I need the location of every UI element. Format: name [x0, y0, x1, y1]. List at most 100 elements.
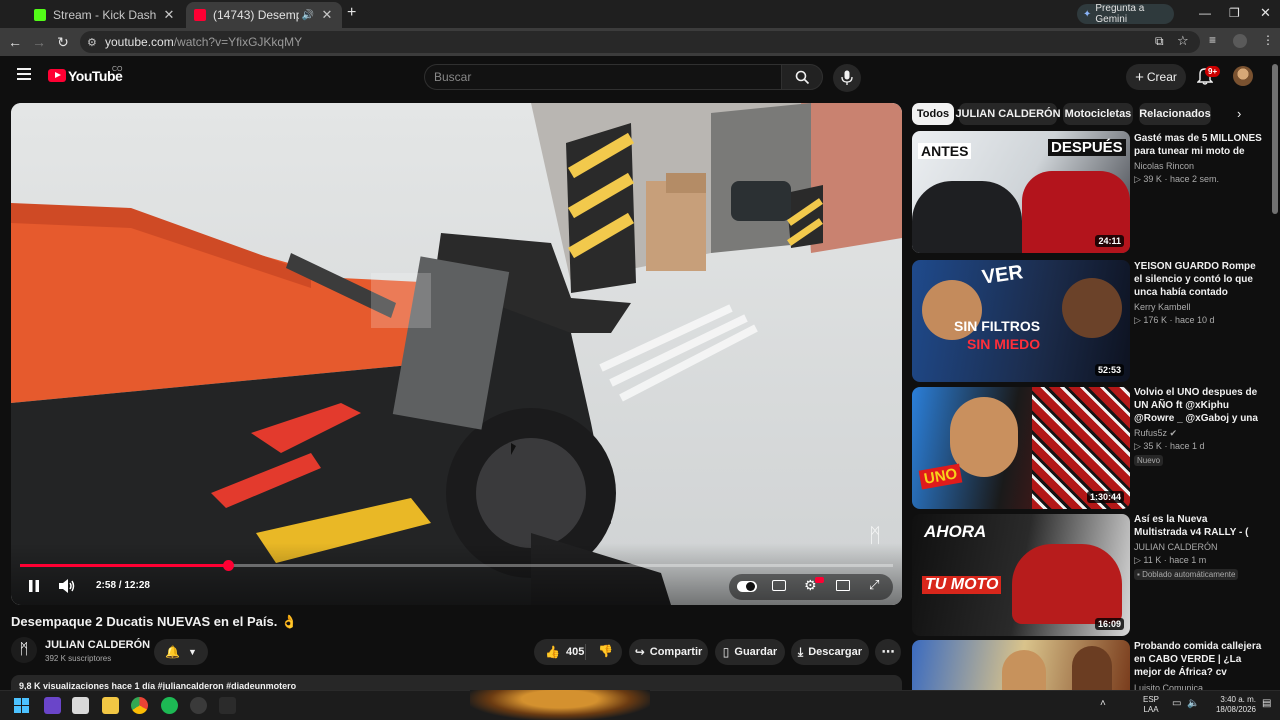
- bookmark-star-icon[interactable]: ☆: [1177, 33, 1189, 49]
- channel-avatar[interactable]: ᛗ: [11, 637, 37, 663]
- media-controls-icon[interactable]: ≡: [1209, 33, 1216, 47]
- chip-motocicletas[interactable]: Motocicletas: [1063, 103, 1133, 125]
- close-tab-icon[interactable]: ✕: [162, 7, 176, 23]
- chip-relacionados[interactable]: Relacionados: [1139, 103, 1211, 125]
- autoplay-toggle[interactable]: [737, 581, 757, 592]
- kick-favicon-icon: [34, 9, 46, 21]
- pause-button[interactable]: [27, 579, 41, 593]
- subtitles-icon[interactable]: [772, 580, 786, 591]
- like-count[interactable]: 405: [566, 646, 584, 658]
- tab-youtube-video[interactable]: (14743) Desempaque 2 Duc 🔊 ✕: [186, 2, 342, 28]
- time-total: 12:28: [124, 580, 150, 591]
- profile-avatar-icon[interactable]: [1233, 34, 1247, 48]
- related-channel[interactable]: Nicolas Rincon: [1134, 160, 1194, 173]
- related-channel[interactable]: JULIAN CALDERÓN: [1134, 541, 1218, 554]
- time-separator: /: [118, 580, 122, 591]
- search-input[interactable]: [424, 64, 782, 90]
- back-icon[interactable]: ←: [7, 34, 23, 50]
- windows-start-icon[interactable]: [14, 698, 29, 713]
- scrollbar-thumb[interactable]: [1272, 64, 1278, 214]
- plus-icon: +: [1135, 68, 1144, 86]
- video-duration: 52:53: [1094, 364, 1124, 376]
- url-text[interactable]: youtube.com/watch?v=YfixGJKkqMY: [105, 35, 302, 49]
- gemini-button[interactable]: ✦ Pregunta a Gemini: [1077, 3, 1174, 25]
- page-scrollbar[interactable]: [1270, 56, 1280, 690]
- related-views: 176 K: [1143, 315, 1167, 325]
- restore-window-icon[interactable]: ❐: [1229, 6, 1240, 20]
- clock[interactable]: 3:40 a. m. 18/08/2026: [1208, 695, 1256, 715]
- region-code: CO: [112, 66, 123, 73]
- microphone-icon: [841, 70, 853, 85]
- related-channel[interactable]: Luisito Comunica: [1134, 682, 1203, 690]
- chrome-icon[interactable]: [131, 697, 148, 714]
- site-info-icon[interactable]: ⚙: [87, 36, 97, 49]
- autoplay-knob: [746, 582, 755, 591]
- video-title: Desempaque 2 Ducatis NUEVAS en el País. …: [11, 614, 298, 629]
- related-age: hace 2 sem.: [1169, 174, 1219, 184]
- save-button[interactable]: ▯ Guardar: [715, 639, 785, 665]
- related-channel[interactable]: Kerry Kambell: [1134, 301, 1191, 314]
- progress-bar[interactable]: [20, 560, 893, 571]
- new-tab-button[interactable]: +: [347, 4, 356, 22]
- audio-playing-icon[interactable]: 🔊: [302, 10, 314, 21]
- description-box[interactable]: 9,8 K visualizaciones hace 1 día #julian…: [11, 675, 902, 690]
- voice-search-button[interactable]: [833, 64, 861, 92]
- theater-mode-icon[interactable]: [836, 580, 850, 591]
- like-icon[interactable]: 👍: [545, 645, 560, 659]
- clock-time: 3:40 a. m.: [1220, 695, 1256, 704]
- related-channel[interactable]: Rufus5z ✔: [1134, 427, 1177, 440]
- volume-tray-icon[interactable]: 🔈: [1187, 698, 1199, 709]
- related-title[interactable]: Gasté mas de 5 MILLONES para tunear mi m…: [1134, 132, 1262, 158]
- language-code: ESP: [1143, 695, 1160, 704]
- reload-icon[interactable]: ↻: [55, 34, 71, 50]
- youtube-logo-icon[interactable]: [48, 69, 66, 82]
- chip-todos[interactable]: Todos: [912, 103, 954, 125]
- user-avatar[interactable]: [1233, 66, 1253, 86]
- related-thumbnail[interactable]: VER SIN FILTROS SIN MIEDO 52:53: [912, 260, 1130, 382]
- share-button[interactable]: ↪ Compartir: [629, 639, 708, 665]
- related-views: 39 K: [1143, 174, 1162, 184]
- tray-chevron-icon[interactable]: ˄: [1100, 698, 1106, 709]
- new-badge: Nuevo: [1134, 455, 1164, 466]
- chevron-right-icon[interactable]: ›: [1237, 106, 1241, 121]
- chip-julian-calderon[interactable]: JULIAN CALDERÓN: [955, 103, 1061, 125]
- subscribed-bell-button[interactable]: 🔔 ▼: [154, 639, 208, 665]
- download-button[interactable]: ⤓ Descargar: [791, 639, 869, 665]
- related-thumbnail[interactable]: ANTES DESPUÉS 24:11: [912, 131, 1130, 253]
- related-title[interactable]: Así es la Nueva Multistrada v4 RALLY - (…: [1134, 513, 1262, 539]
- verified-icon: ✔: [1169, 428, 1178, 438]
- tab-kick-dashboard[interactable]: Stream - Kick Dashboard ✕: [26, 2, 184, 28]
- browser-menu-icon[interactable]: ⋮: [1262, 33, 1274, 47]
- video-player[interactable]: ᛗ 2:58 / 12:28 ⚙ ⤢: [11, 103, 902, 605]
- language-indicator[interactable]: ESP LAA: [1143, 695, 1159, 715]
- file-explorer-icon[interactable]: [102, 697, 119, 714]
- wifi-icon[interactable]: ▭: [1172, 698, 1181, 709]
- related-title[interactable]: Probando comida callejera en CABO VERDE …: [1134, 640, 1262, 679]
- hamburger-menu-icon[interactable]: [17, 68, 31, 80]
- forward-icon[interactable]: →: [31, 34, 47, 50]
- related-title[interactable]: YEISON GUARDO Rompe el silencio y contó …: [1134, 260, 1262, 299]
- fullscreen-icon[interactable]: ⤢: [869, 577, 879, 593]
- notification-center-icon[interactable]: ▤: [1262, 698, 1271, 709]
- spotify-icon[interactable]: [161, 697, 178, 714]
- channel-name[interactable]: JULIAN CALDERÓN: [45, 639, 150, 651]
- related-thumbnail[interactable]: AHORA TU MOTO 16:09: [912, 514, 1130, 636]
- install-app-icon[interactable]: ⧉: [1155, 34, 1164, 49]
- taskbar-app-icon[interactable]: [72, 697, 89, 714]
- close-tab-icon[interactable]: ✕: [320, 7, 334, 23]
- thumb-text: DESPUÉS: [1048, 139, 1126, 156]
- related-thumbnail[interactable]: [912, 640, 1130, 690]
- obs-icon[interactable]: [190, 697, 207, 714]
- more-actions-button[interactable]: ⋯: [875, 639, 901, 665]
- dislike-icon[interactable]: 👎: [598, 644, 613, 658]
- taskbar-app-icon[interactable]: [44, 697, 61, 714]
- create-button[interactable]: + Crear: [1126, 64, 1186, 90]
- minimize-window-icon[interactable]: —: [1199, 6, 1211, 20]
- related-title[interactable]: Volvio el UNO despues de UN AÑO ft @xKip…: [1134, 386, 1262, 425]
- volume-button[interactable]: [58, 578, 76, 594]
- search-button[interactable]: [781, 64, 823, 90]
- close-window-icon[interactable]: ✕: [1260, 5, 1271, 21]
- taskbar-app-icon[interactable]: [219, 697, 236, 714]
- related-thumbnail[interactable]: UNO 1:30:44: [912, 387, 1130, 509]
- progress-scrubber[interactable]: [222, 560, 234, 571]
